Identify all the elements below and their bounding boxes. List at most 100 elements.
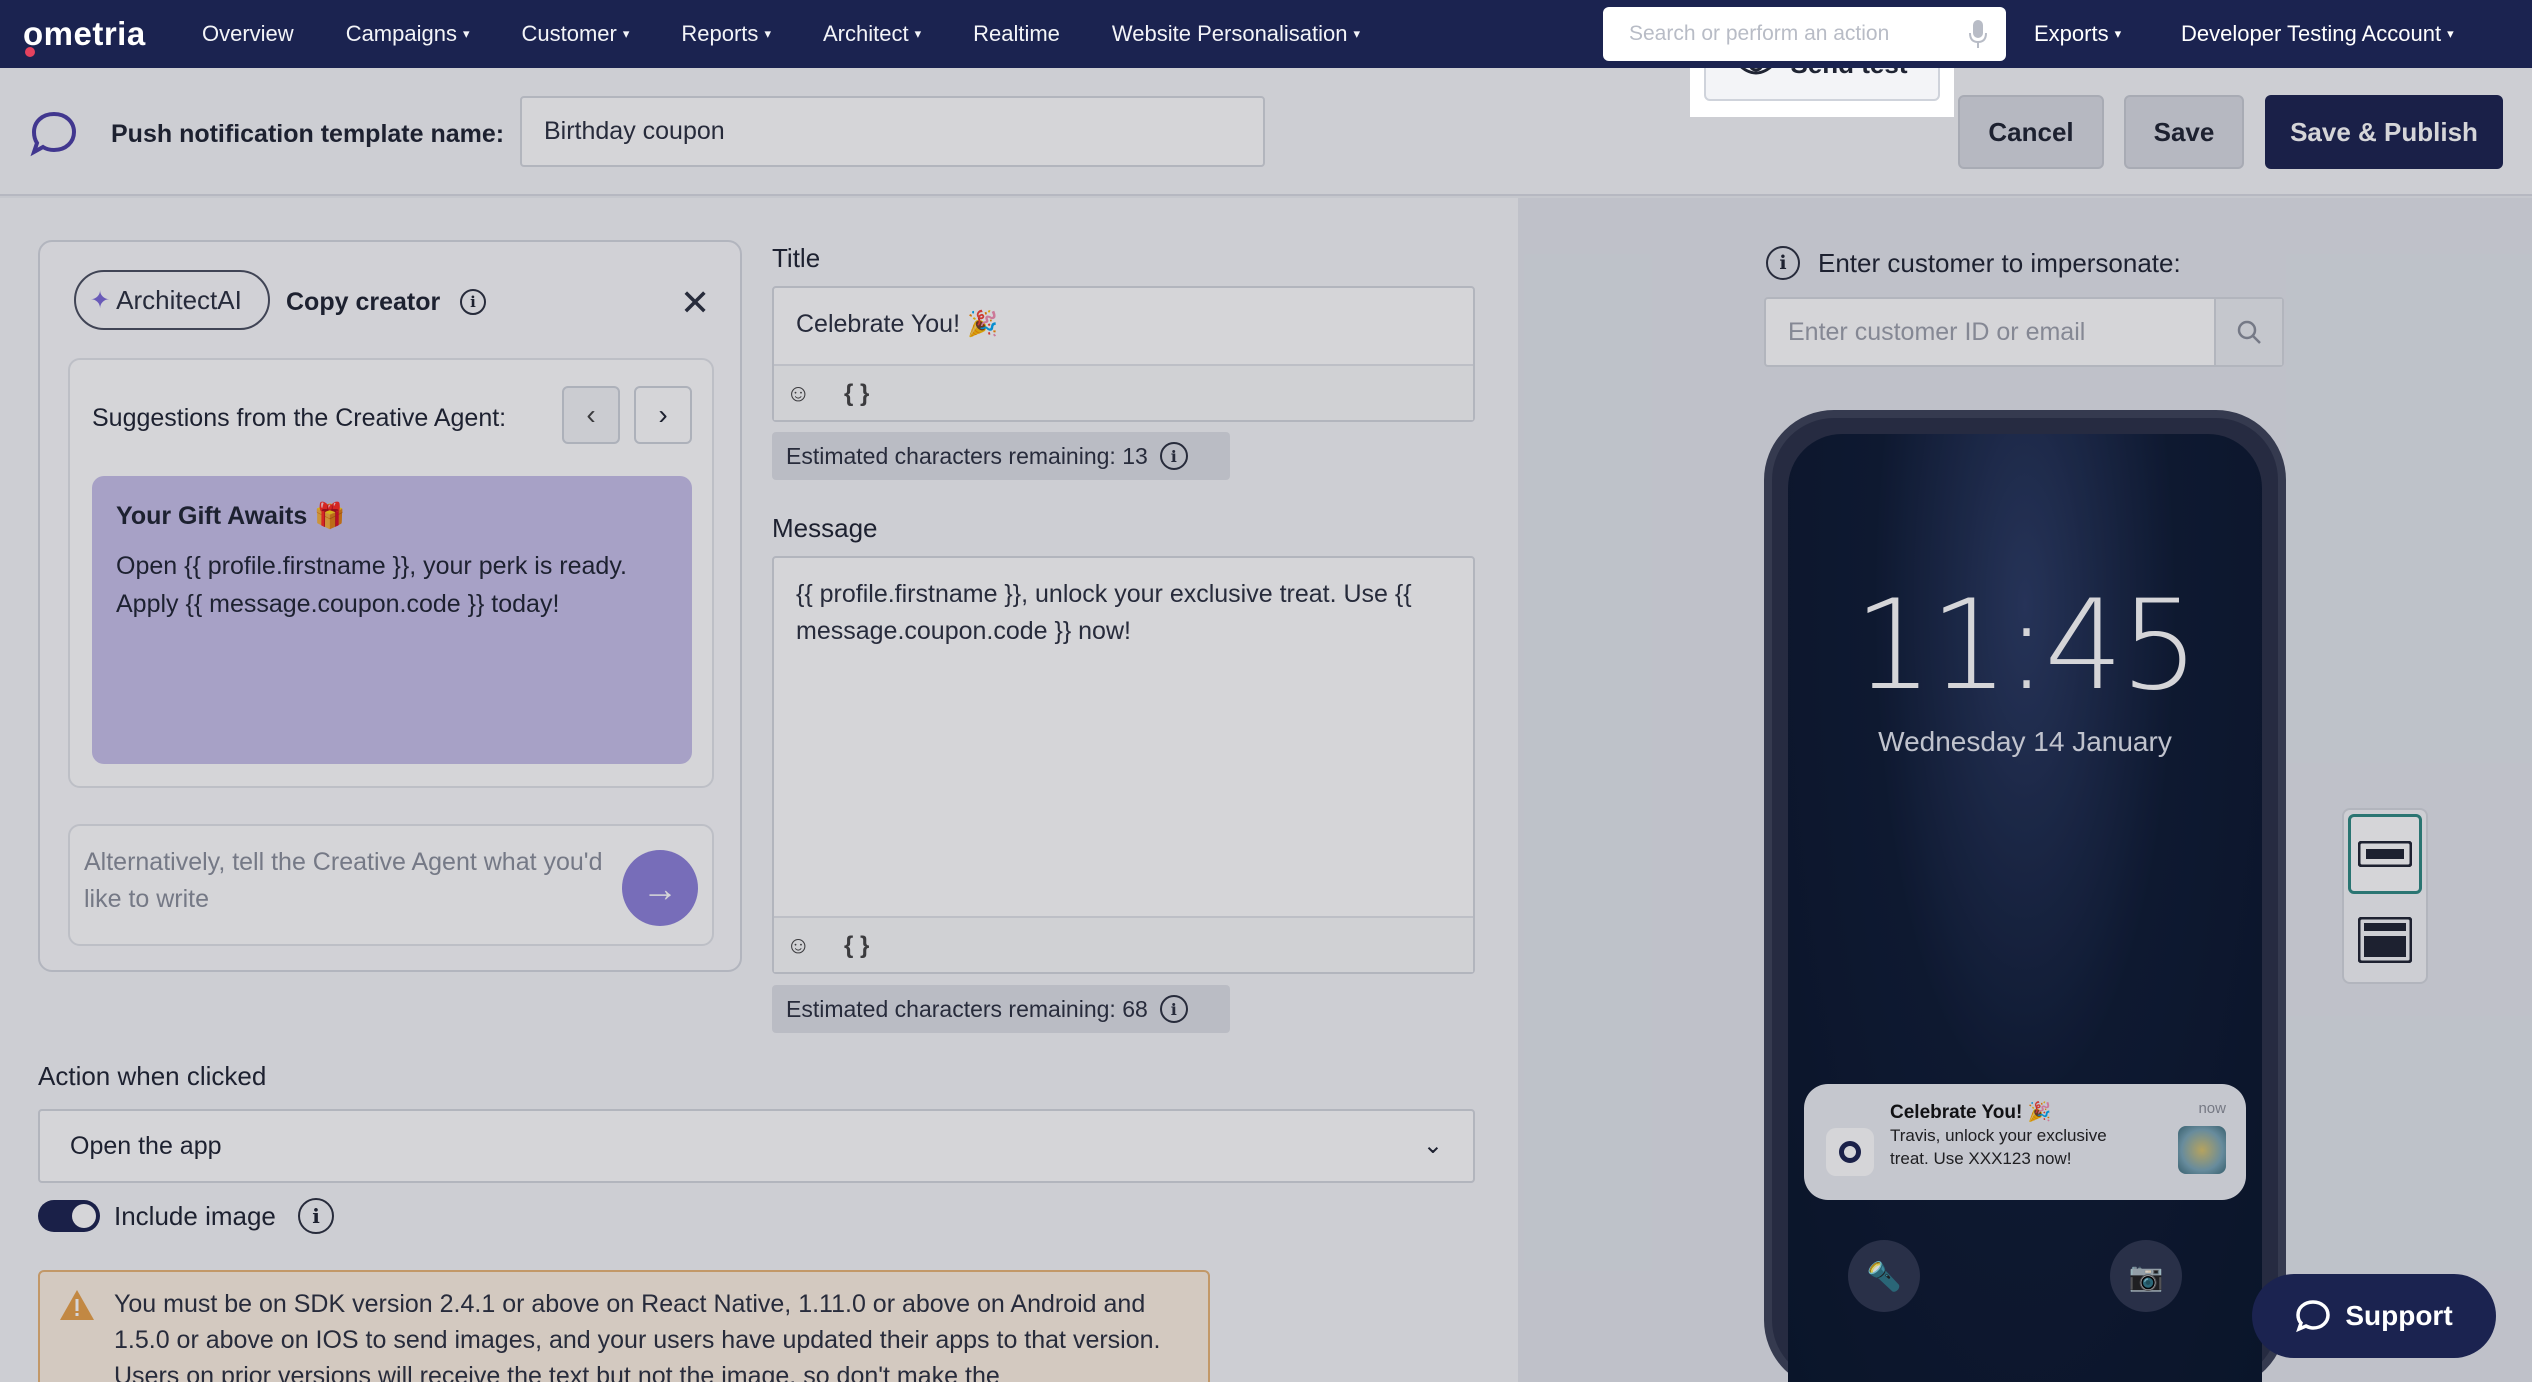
nav-menu: Overview Campaigns ▾ Customer ▾ Reports ▾ Archi… bbox=[202, 21, 1412, 47]
chat-bubble-icon bbox=[30, 111, 77, 157]
next-suggestion-button[interactable]: › bbox=[634, 386, 692, 444]
nav-item-architect[interactable]: Architect ▾ bbox=[823, 21, 921, 47]
title-value: Celebrate You! 🎉 bbox=[796, 310, 999, 338]
logo-dot bbox=[25, 47, 35, 57]
chevron-right-icon: › bbox=[658, 399, 668, 430]
customer-input-placeholder: Enter customer ID or email bbox=[1788, 317, 2086, 346]
nav-item-realtime[interactable]: Realtime bbox=[973, 21, 1060, 47]
chevron-down-icon: ▾ bbox=[2447, 26, 2454, 41]
toggle-knob bbox=[72, 1204, 96, 1228]
nav-item-label: Realtime bbox=[973, 21, 1060, 46]
chevron-down-icon: ▾ bbox=[1353, 26, 1361, 41]
save-button[interactable]: Save bbox=[2124, 95, 2244, 169]
nav-item-label: Architect bbox=[822, 21, 909, 46]
info-icon[interactable]: i bbox=[298, 1198, 334, 1234]
account-menu[interactable]: Developer Testing Account ▾ bbox=[2181, 0, 2454, 68]
expanded-notification-icon bbox=[2358, 917, 2412, 963]
arrow-right-icon: → bbox=[642, 867, 678, 909]
nav-item-website-personalisation[interactable]: Website Personalisation ▾ bbox=[1112, 21, 1360, 47]
nav-item-customer[interactable]: Customer ▾ bbox=[522, 21, 630, 47]
customer-id-input[interactable]: Enter customer ID or email bbox=[1764, 297, 2284, 367]
chevron-down-icon: ⌄ bbox=[1422, 1132, 1443, 1159]
personalisation-braces-icon[interactable]: { } bbox=[844, 932, 869, 960]
copy-creator-panel: ✦ ArchitectAI Copy creator i ✕ Suggestio… bbox=[38, 240, 742, 972]
search-icon bbox=[2237, 320, 2261, 344]
agent-input-placeholder: Alternatively, tell the Creative Agent w… bbox=[84, 848, 603, 913]
title-field[interactable]: Celebrate You! 🎉 ☺ { } bbox=[772, 286, 1475, 422]
impersonate-label-row: i Enter customer to impersonate: bbox=[1766, 246, 2181, 280]
info-icon[interactable]: i bbox=[1159, 442, 1188, 470]
chevron-left-icon: ‹ bbox=[586, 399, 596, 430]
chat-bubble-icon bbox=[2296, 1300, 2331, 1333]
nav-item-label: Campaigns bbox=[345, 21, 457, 46]
account-label: Developer Testing Account bbox=[2181, 21, 2442, 46]
save-publish-button[interactable]: Save & Publish bbox=[2265, 95, 2503, 169]
info-icon[interactable]: i bbox=[460, 289, 486, 315]
collapsed-notification-icon bbox=[2358, 841, 2412, 867]
expanded-view-button[interactable] bbox=[2348, 900, 2422, 980]
top-nav: ometria Overview Campaigns ▾ Customer ▾ Repor… bbox=[0, 0, 2532, 68]
search-button[interactable] bbox=[2214, 299, 2282, 365]
include-image-label: Include image bbox=[114, 1201, 276, 1231]
sparkle-icon: ✦ bbox=[90, 286, 111, 314]
creative-agent-input[interactable]: Alternatively, tell the Creative Agent w… bbox=[68, 824, 714, 946]
title-label: Title bbox=[772, 243, 821, 273]
notification-message: Travis, unlock your exclusive treat. Use… bbox=[1890, 1126, 2107, 1168]
cancel-button[interactable]: Cancel bbox=[1958, 95, 2104, 169]
emoji-icon[interactable]: ☺ bbox=[786, 380, 811, 408]
exports-menu[interactable]: Exports ▾ bbox=[2034, 0, 2121, 68]
impersonate-label: Enter customer to impersonate: bbox=[1818, 247, 2181, 278]
suggestions-card: Suggestions from the Creative Agent: ‹ ›… bbox=[68, 358, 714, 788]
notification-time: now bbox=[2198, 1100, 2226, 1117]
support-button[interactable]: Support bbox=[2252, 1274, 2496, 1358]
message-label: Message bbox=[772, 513, 878, 543]
template-name-input[interactable]: Birthday coupon bbox=[520, 96, 1265, 167]
lock-screen: 11:45 Wednesday 14 January Celebrate You… bbox=[1788, 434, 2262, 1382]
chevron-down-icon: ▾ bbox=[622, 26, 630, 41]
template-name-label: Push notification template name: bbox=[111, 120, 505, 148]
emoji-icon[interactable]: ☺ bbox=[786, 932, 811, 960]
nav-item-overview[interactable]: Overview bbox=[202, 21, 294, 47]
info-icon[interactable]: i bbox=[1766, 246, 1800, 280]
chevron-down-icon: ▾ bbox=[462, 26, 470, 41]
collapsed-view-button[interactable] bbox=[2348, 814, 2422, 894]
architect-ai-label: ArchitectAI bbox=[116, 284, 242, 315]
previous-suggestion-button[interactable]: ‹ bbox=[562, 386, 620, 444]
nav-item-campaigns[interactable]: Campaigns ▾ bbox=[346, 21, 470, 47]
phone-preview: 11:45 Wednesday 14 January Celebrate You… bbox=[1764, 410, 2286, 1382]
message-field[interactable]: {{ profile.firstname }}, unlock your exc… bbox=[772, 556, 1475, 974]
copy-creator-title: Copy creator bbox=[286, 288, 441, 316]
suggestions-title: Suggestions from the Creative Agent: bbox=[92, 404, 507, 432]
title-toolbar: ☺ { } bbox=[774, 364, 1473, 420]
camera-icon: 📷 bbox=[2110, 1240, 2182, 1312]
app-icon bbox=[1826, 1128, 1874, 1176]
editor-header: Push notification template name: Birthda… bbox=[0, 68, 2532, 196]
logo-text: ometria bbox=[23, 15, 146, 52]
support-label: Support bbox=[2345, 1300, 2453, 1331]
action-label: Action when clicked bbox=[38, 1061, 267, 1091]
nav-search-input[interactable]: Search or perform an action bbox=[1603, 7, 2006, 61]
action-select[interactable]: Open the app ⌄ bbox=[38, 1109, 1475, 1183]
exports-label: Exports bbox=[2034, 21, 2109, 46]
ometria-logo[interactable]: ometria bbox=[23, 15, 183, 57]
push-notification-preview: Celebrate You! 🎉 Travis, unlock your exc… bbox=[1804, 1084, 2246, 1200]
suggestion-item[interactable]: Your Gift Awaits 🎁 Open {{ profile.first… bbox=[92, 476, 692, 764]
nav-item-reports[interactable]: Reports ▾ bbox=[681, 21, 771, 47]
search-placeholder: Search or perform an action bbox=[1629, 22, 1890, 45]
architect-ai-badge: ✦ ArchitectAI bbox=[74, 270, 270, 330]
include-image-toggle[interactable] bbox=[38, 1200, 100, 1232]
info-icon[interactable]: i bbox=[1159, 995, 1188, 1023]
suggestion-message: Open {{ profile.firstname }}, your perk … bbox=[116, 552, 627, 618]
message-chars-text: Estimated characters remaining: 68 bbox=[786, 995, 1148, 1022]
personalisation-braces-icon[interactable]: { } bbox=[844, 380, 869, 408]
suggestion-title: Your Gift Awaits 🎁 bbox=[116, 502, 346, 530]
close-icon[interactable]: ✕ bbox=[680, 282, 710, 324]
nav-item-label: Overview bbox=[202, 21, 294, 46]
message-toolbar: ☺ { } bbox=[774, 916, 1473, 972]
sdk-warning-banner: You must be on SDK version 2.4.1 or abov… bbox=[38, 1270, 1210, 1382]
title-chars-remaining: Estimated characters remaining: 13 i bbox=[772, 432, 1230, 480]
nav-item-label: Website Personalisation bbox=[1111, 21, 1348, 46]
microphone-icon[interactable] bbox=[1968, 19, 1988, 49]
send-prompt-button[interactable]: → bbox=[622, 850, 698, 926]
notification-title: Celebrate You! 🎉 bbox=[1890, 1102, 2052, 1123]
